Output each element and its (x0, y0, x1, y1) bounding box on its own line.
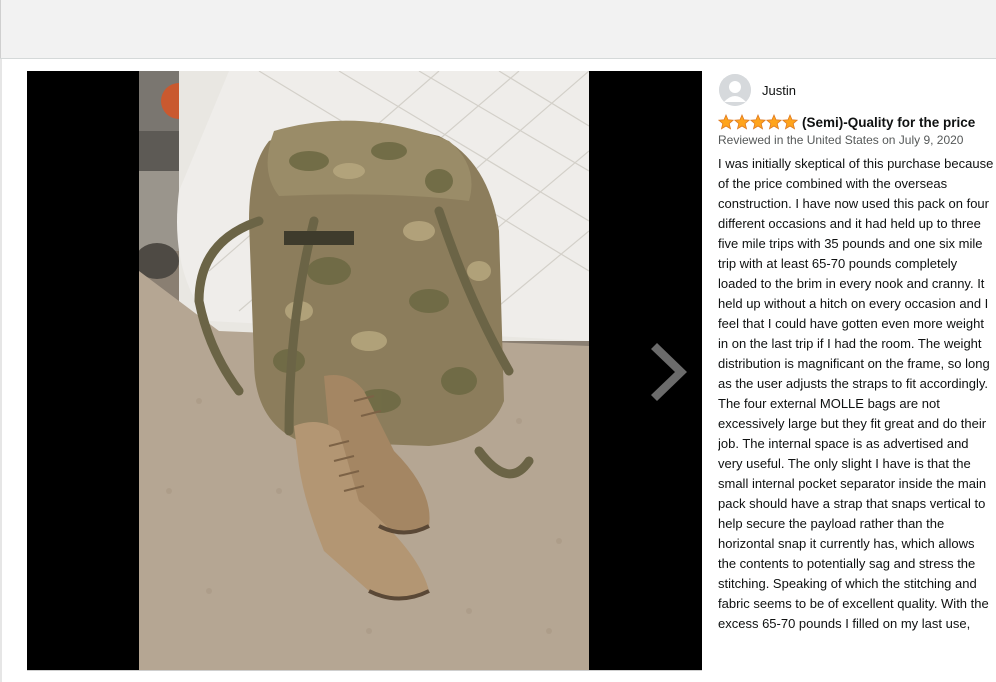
reviewer-profile[interactable]: Justin (718, 74, 996, 108)
review-body: I was initially skeptical of this purcha… (718, 156, 994, 631)
chevron-right-icon (651, 343, 687, 401)
top-header-bar (0, 0, 996, 59)
star-icon (750, 114, 766, 130)
default-avatar-icon (719, 74, 751, 106)
media-viewer (27, 71, 703, 671)
star-icon (782, 114, 798, 130)
review-title-row: (Semi)-Quality for the price (718, 112, 996, 132)
next-image-button[interactable] (643, 337, 703, 407)
star-rating (718, 114, 798, 130)
star-icon (734, 114, 750, 130)
review-photo-image (139, 71, 589, 670)
avatar (719, 74, 751, 106)
review-media-modal: Justin (Semi)-Quality for the price Revi… (0, 59, 996, 682)
review-date: Reviewed in the United States on July 9,… (718, 133, 964, 147)
star-icon (766, 114, 782, 130)
modal-left-edge (0, 59, 2, 682)
review-title[interactable]: (Semi)-Quality for the price (802, 115, 975, 130)
reviewer-name[interactable]: Justin (762, 83, 796, 98)
review-photo (139, 71, 589, 670)
viewer-bottom-border (27, 670, 702, 671)
review-panel: Justin (Semi)-Quality for the price Revi… (718, 74, 996, 682)
star-icon (718, 114, 734, 130)
header-left-edge (0, 0, 1, 58)
